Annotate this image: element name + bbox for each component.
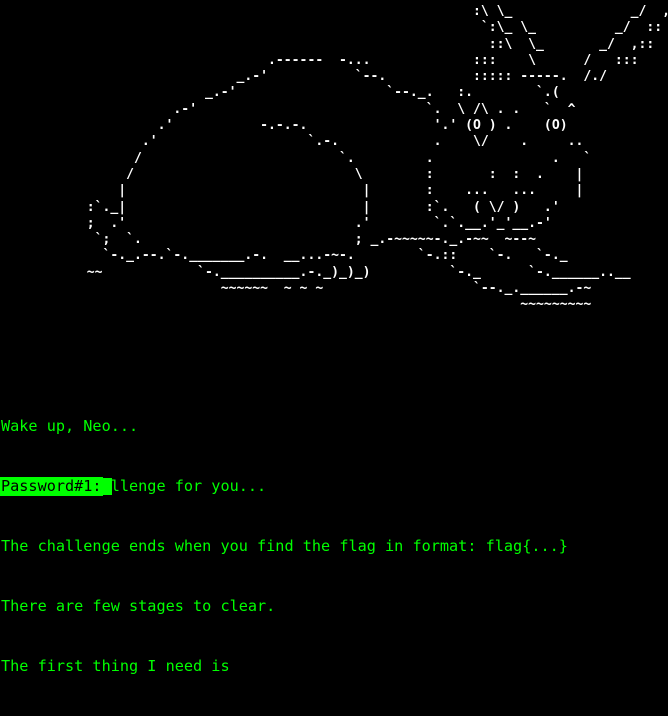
- password-prompt[interactable]: Password#1:: [0, 477, 112, 496]
- output-line-first-thing: The first thing I need is: [1, 657, 230, 675]
- output-line-stages: There are few stages to clear.: [1, 597, 276, 615]
- output-line-flag-format: The challenge ends when you find the fla…: [1, 537, 568, 555]
- text-cursor: [102, 478, 112, 495]
- terminal-output: Wake up, Neo... I have a challenge for y…: [1, 376, 568, 716]
- rabbit-ascii-art: :\ \_ _/ , `:\_ \_ _/ :: ::\ \_ _/ ,::: [86, 4, 668, 313]
- terminal-window[interactable]: :\ \_ _/ , `:\_ \_ _/ :: ::\ \_ _/ ,::: [0, 0, 668, 675]
- password-prompt-label: Password#1:: [0, 477, 103, 496]
- output-line-wake-up: Wake up, Neo...: [1, 417, 139, 435]
